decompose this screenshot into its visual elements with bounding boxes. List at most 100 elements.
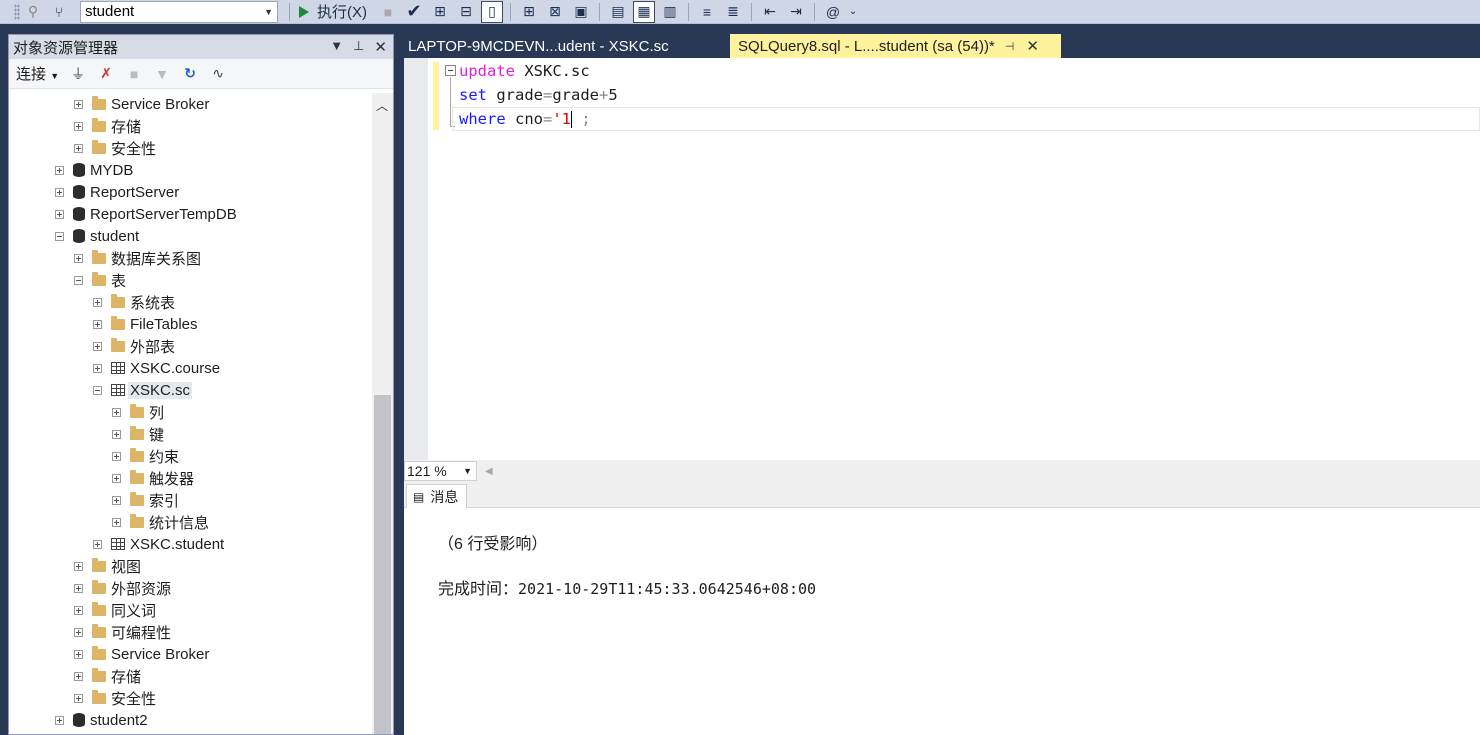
scrollbar-thumb[interactable] (374, 395, 391, 734)
expand-icon[interactable] (55, 715, 64, 725)
pin-icon[interactable]: ⊣ (1005, 40, 1015, 53)
tree-node[interactable]: 统计信息 (112, 511, 209, 533)
tree-node[interactable]: 约束 (112, 445, 179, 467)
expand-icon[interactable] (74, 561, 83, 571)
connection-plug-icon[interactable]: ⚲ (22, 1, 44, 23)
change-connection-icon[interactable]: ⑂ (48, 1, 70, 23)
expand-icon[interactable] (74, 649, 83, 659)
tree-node[interactable]: 存储 (74, 115, 141, 137)
expand-icon[interactable] (74, 121, 83, 131)
tree-node[interactable]: 触发器 (112, 467, 194, 489)
expand-icon[interactable] (55, 165, 64, 175)
comment-lines-icon[interactable]: ≡ (696, 1, 718, 23)
tab-messages[interactable]: ▤ 消息 (406, 484, 468, 508)
tree-node[interactable]: FileTables (93, 313, 198, 335)
tab-sqlquery8[interactable]: SQLQuery8.sql - L....student (sa (54))* … (730, 34, 1061, 58)
chevron-down-icon[interactable]: ▼ (264, 7, 273, 17)
results-to-grid-icon[interactable]: ▦ (633, 0, 655, 23)
intellisense-toggle-icon[interactable]: ▯ (481, 0, 503, 23)
toolbar-overflow-icon[interactable]: ⌄ (848, 1, 858, 23)
tree-node[interactable]: Service Broker (74, 93, 209, 115)
expand-icon[interactable] (74, 605, 83, 615)
tree-node[interactable]: 外部资源 (74, 577, 171, 599)
estimated-plan-icon[interactable]: ⊞ (429, 1, 451, 23)
actual-plan-icon[interactable]: ⊞ (518, 1, 540, 23)
tab-xskc-sc[interactable]: LAPTOP-9MCDEVN...udent - XSKC.sc (400, 34, 730, 58)
refresh-icon[interactable]: ↻ (181, 65, 199, 82)
expand-icon[interactable] (74, 143, 83, 153)
tree-scrollbar[interactable]: ︿ (372, 93, 393, 734)
results-to-text-icon[interactable]: ▤ (607, 1, 629, 23)
connect-dropdown[interactable]: 连接 ▼ (16, 63, 59, 84)
decrease-indent-icon[interactable]: ⇤ (759, 1, 781, 23)
client-stats-icon[interactable]: ▣ (570, 1, 592, 23)
collapse-icon[interactable] (93, 385, 102, 395)
tree-node[interactable]: 索引 (112, 489, 179, 511)
expand-icon[interactable] (74, 671, 83, 681)
results-to-file-icon[interactable]: ▥ (659, 1, 681, 23)
tree-node[interactable]: XSKC.sc (93, 379, 193, 401)
tree-node[interactable]: 同义词 (74, 599, 156, 621)
expand-icon[interactable] (74, 583, 83, 593)
window-position-dropdown-icon[interactable]: ▼ (330, 38, 343, 56)
collapse-icon[interactable] (74, 275, 83, 285)
database-select[interactable]: student ▼ (80, 0, 278, 23)
zoom-select[interactable]: 121 % ▼ (404, 461, 477, 481)
toolbar-grip[interactable] (14, 3, 20, 20)
tree-node[interactable]: XSKC.course (93, 357, 220, 379)
tree-node[interactable]: XSKC.student (93, 533, 224, 555)
parse-checkmark-icon[interactable]: ✔ (403, 1, 425, 23)
expand-icon[interactable] (55, 187, 64, 197)
collapse-icon[interactable] (445, 65, 456, 76)
tree-node[interactable]: 表 (74, 269, 126, 291)
tree-node[interactable]: 安全性 (74, 137, 156, 159)
tree-node[interactable]: student2 (55, 709, 148, 731)
expand-icon[interactable] (74, 99, 83, 109)
tree-node[interactable]: 存储 (74, 665, 141, 687)
expand-icon[interactable] (55, 209, 64, 219)
filter-icon[interactable]: ▼ (153, 66, 171, 82)
tree-node[interactable]: 数据库关系图 (74, 247, 201, 269)
expand-icon[interactable] (112, 429, 121, 439)
tree-node[interactable]: MYDB (55, 159, 133, 181)
execute-button[interactable]: 执行(X) (295, 1, 367, 22)
tree-node[interactable]: 安全性 (74, 687, 156, 709)
collapse-icon[interactable] (55, 231, 64, 241)
tree-node[interactable]: 键 (112, 423, 164, 445)
tree-node[interactable]: 列 (112, 401, 164, 423)
tree-node[interactable]: ReportServerTempDB (55, 203, 237, 225)
uncomment-lines-icon[interactable]: ≣ (722, 1, 744, 23)
expand-icon[interactable] (74, 627, 83, 637)
activity-monitor-icon[interactable]: ∿ (209, 65, 227, 82)
stop-icon[interactable]: ■ (125, 66, 143, 82)
close-icon[interactable]: ✕ (374, 38, 387, 56)
tree-node[interactable]: ReportServer (55, 181, 179, 203)
sql-editor[interactable]: update XSKC.sc set grade=grade+5 where c… (404, 58, 1480, 460)
expand-icon[interactable] (112, 451, 121, 461)
increase-indent-icon[interactable]: ⇥ (785, 1, 807, 23)
pin-icon[interactable]: ⊥ (353, 38, 364, 56)
live-stats-icon[interactable]: ⊠ (544, 1, 566, 23)
expand-icon[interactable] (112, 407, 121, 417)
disconnect-icon[interactable]: ✗ (97, 65, 115, 82)
scroll-up-icon[interactable]: ︿ (376, 97, 388, 114)
specify-template-values-icon[interactable]: @ (822, 1, 844, 23)
expand-icon[interactable] (93, 319, 102, 329)
tree-node[interactable]: 视图 (74, 555, 141, 577)
tree-node[interactable]: 外部表 (93, 335, 175, 357)
code-line-1[interactable]: update XSKC.sc (459, 59, 590, 83)
query-options-icon[interactable]: ⊟ (455, 1, 477, 23)
expand-icon[interactable] (112, 495, 121, 505)
stop-icon[interactable]: ■ (377, 1, 399, 23)
expand-icon[interactable] (74, 693, 83, 703)
expand-icon[interactable] (112, 517, 121, 527)
expand-icon[interactable] (93, 539, 102, 549)
scroll-left-icon[interactable]: ◀ (485, 466, 493, 477)
tree-node[interactable]: 系统表 (93, 291, 175, 313)
expand-icon[interactable] (93, 341, 102, 351)
tree-node[interactable]: 可编程性 (74, 621, 171, 643)
code-line-2[interactable]: set grade=grade+5 (459, 83, 618, 107)
code-line-3[interactable]: where cno='1 ; (459, 107, 591, 131)
expand-icon[interactable] (112, 473, 121, 483)
tree-node[interactable]: student (55, 225, 139, 247)
